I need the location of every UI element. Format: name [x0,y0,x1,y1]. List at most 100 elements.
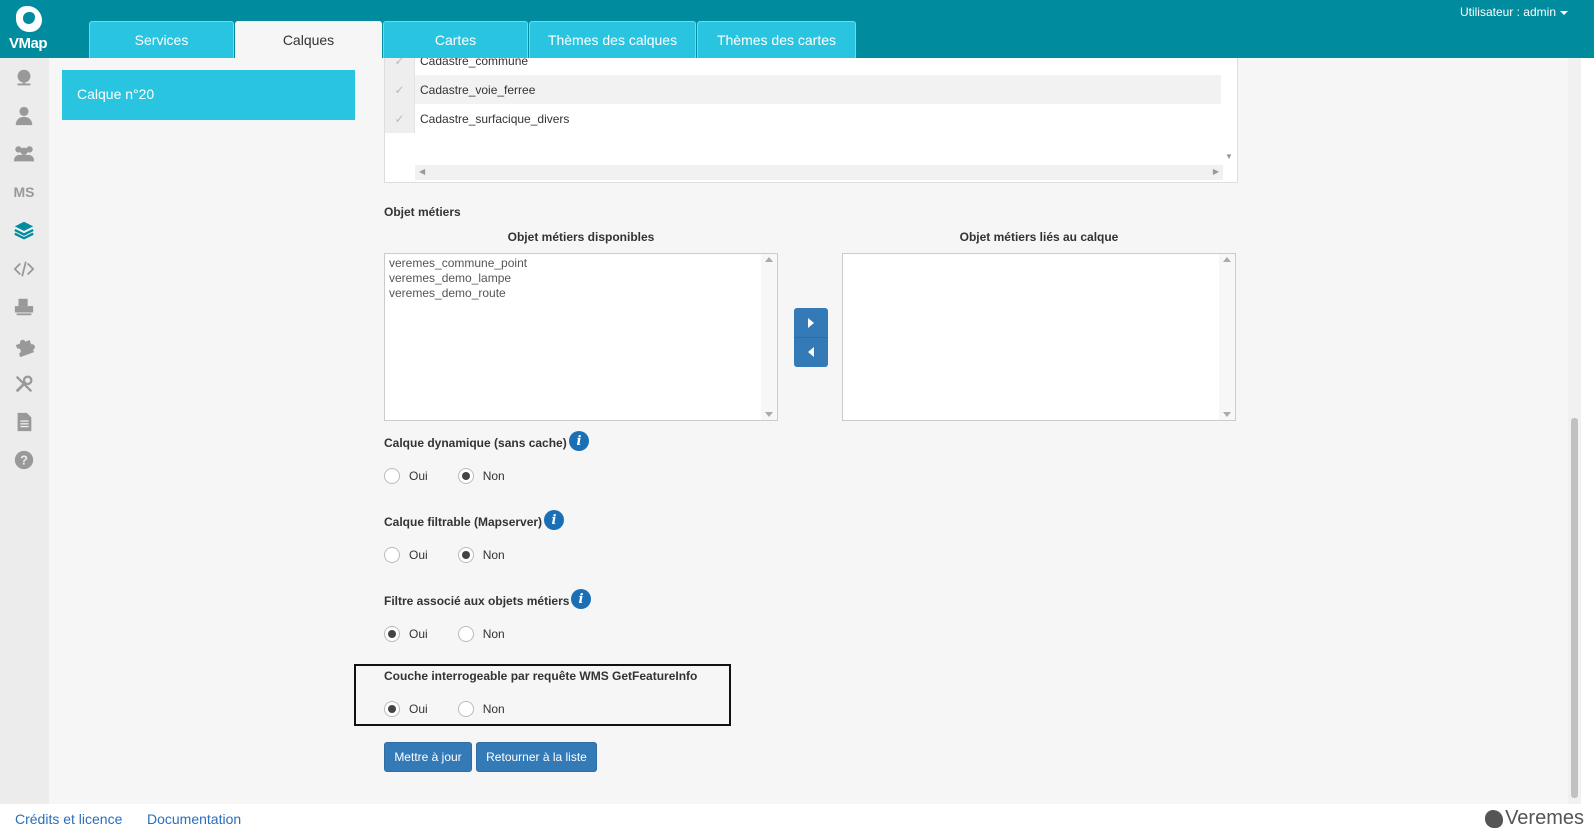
filterable-yes-radio[interactable] [384,547,400,563]
scrollbar-thumb[interactable] [1571,418,1578,798]
user-icon[interactable] [12,104,36,128]
table-row[interactable]: ✓ Cadastre_surfacique_divers [385,104,1223,133]
main-tabs: Services Calques Cartes Thèmes des calqu… [89,21,856,58]
scroll-up-icon[interactable] [765,257,773,262]
list-item[interactable]: veremes_commune_point [385,256,777,271]
business-filter-label: Filtre associé aux objets métiers [384,594,570,608]
filterable-layer-label: Calque filtrable (Mapserver) [384,515,543,529]
radio-label: Oui [409,469,428,483]
check-icon: ✓ [385,58,415,75]
tab-themes-calques[interactable]: Thèmes des calques [529,21,696,58]
tools-icon[interactable] [12,372,36,396]
radio-label: Non [482,627,505,641]
wms-queryable-yes-radio[interactable] [384,701,400,717]
add-object-button[interactable] [794,308,828,337]
radio-label: Non [482,548,505,562]
tab-themes-cartes[interactable]: Thèmes des cartes [697,21,856,58]
move-buttons [794,308,828,367]
user-menu[interactable]: Utilisateur : admin [1460,5,1568,19]
business-filter-yes-radio[interactable] [384,626,400,642]
radio-label: Oui [409,702,428,716]
print-icon[interactable] [12,295,36,319]
logo-icon [16,6,42,32]
scroll-down-icon[interactable]: ▼ [1225,152,1233,161]
ms-label: MS [13,184,35,200]
info-icon[interactable]: i [571,589,591,609]
filterable-no-radio[interactable] [457,547,474,563]
table-row[interactable]: ✓ Cadastre_voie_ferree [385,75,1223,104]
radio-label: Oui [409,548,428,562]
user-menu-label: Utilisateur : admin [1459,5,1556,19]
wms-queryable-no-radio[interactable] [457,701,474,717]
main-content: Calque n°20 ✓ Cadastre_commune ✓ Cadastr… [49,58,1581,804]
list-scrollbar[interactable] [761,254,777,420]
linked-objects-header: Objet métiers liés au calque [959,230,1119,244]
credits-link[interactable]: Crédits et licence [15,811,122,827]
veremes-logo: Veremes [1485,807,1584,830]
vmap-logo[interactable]: VMap [6,4,52,54]
dynamic-layer-label: Calque dynamique (sans cache) [384,436,567,450]
layer-table: ✓ Cadastre_commune ✓ Cadastre_voie_ferre… [384,58,1238,183]
puzzle-icon[interactable] [12,334,36,358]
chevron-down-icon [1560,10,1568,15]
wms-queryable-label: Couche interrogeable par requête WMS Get… [384,669,698,683]
vertical-scrollbar[interactable]: ▼ [1221,58,1237,165]
business-filter-radios: Oui Non [384,626,505,642]
layers-icon[interactable] [12,218,36,242]
dynamic-yes-radio[interactable] [384,468,400,484]
radio-label: Non [482,702,505,716]
app-header: VMap Services Calques Cartes Thèmes des … [0,0,1594,58]
footer: Crédits et licence Documentation Veremes [0,804,1594,831]
sidebar: MS ? [0,58,49,804]
veremes-logo-icon [1485,809,1504,828]
business-filter-no-radio[interactable] [457,626,474,642]
tab-services[interactable]: Services [89,21,234,58]
documentation-link[interactable]: Documentation [147,811,241,827]
users-icon[interactable] [12,142,36,166]
dynamic-layer-radios: Oui Non [384,468,505,484]
business-objects-label: Objet métiers [384,205,461,219]
radio-label: Oui [409,627,428,641]
caret-right-icon [808,317,814,328]
scroll-up-icon[interactable] [1223,257,1231,262]
check-icon: ✓ [385,75,415,104]
linked-objects-list[interactable] [842,253,1236,421]
tab-calques[interactable]: Calques [235,21,382,58]
page-scrollbar[interactable] [1568,58,1581,804]
help-icon[interactable]: ? [12,448,36,472]
svg-text:?: ? [20,453,28,468]
wms-queryable-radios: Oui Non [384,701,505,717]
check-icon: ✓ [385,104,415,133]
available-objects-header: Objet métiers disponibles [507,230,655,244]
info-icon[interactable]: i [569,431,589,451]
layer-title: Calque n°20 [62,70,355,120]
info-icon[interactable]: i [544,510,564,530]
code-icon[interactable] [12,257,36,281]
update-button[interactable]: Mettre à jour [384,742,472,772]
list-item[interactable]: veremes_demo_lampe [385,271,777,286]
tab-cartes[interactable]: Cartes [383,21,528,58]
available-objects-list[interactable]: veremes_commune_point veremes_demo_lampe… [384,253,778,421]
scroll-left-icon[interactable]: ◀ [419,167,425,176]
table-cell-name: Cadastre_voie_ferree [420,82,536,97]
document-icon[interactable] [12,410,36,434]
filterable-layer-radios: Oui Non [384,547,505,563]
horizontal-scrollbar[interactable]: ◀ ▶ [415,165,1223,180]
scroll-down-icon[interactable] [1223,412,1231,417]
logo-text: VMap [9,35,48,52]
scroll-right-icon[interactable]: ▶ [1213,167,1219,176]
dynamic-no-radio[interactable] [457,468,474,484]
table-row[interactable]: ✓ Cadastre_commune [385,58,1223,75]
scroll-down-icon[interactable] [765,412,773,417]
list-scrollbar[interactable] [1219,254,1235,420]
ms-icon[interactable]: MS [12,180,36,204]
list-item[interactable]: veremes_demo_route [385,286,777,301]
table-cell-name: Cadastre_surfacique_divers [420,111,570,126]
back-to-list-button[interactable]: Retourner à la liste [476,742,597,772]
remove-object-button[interactable] [794,337,828,366]
table-cell-name: Cadastre_commune [420,58,529,68]
caret-left-icon [808,347,814,357]
radio-label: Non [482,469,505,483]
globe-icon[interactable] [12,66,36,90]
brand-text: Veremes [1505,807,1584,829]
